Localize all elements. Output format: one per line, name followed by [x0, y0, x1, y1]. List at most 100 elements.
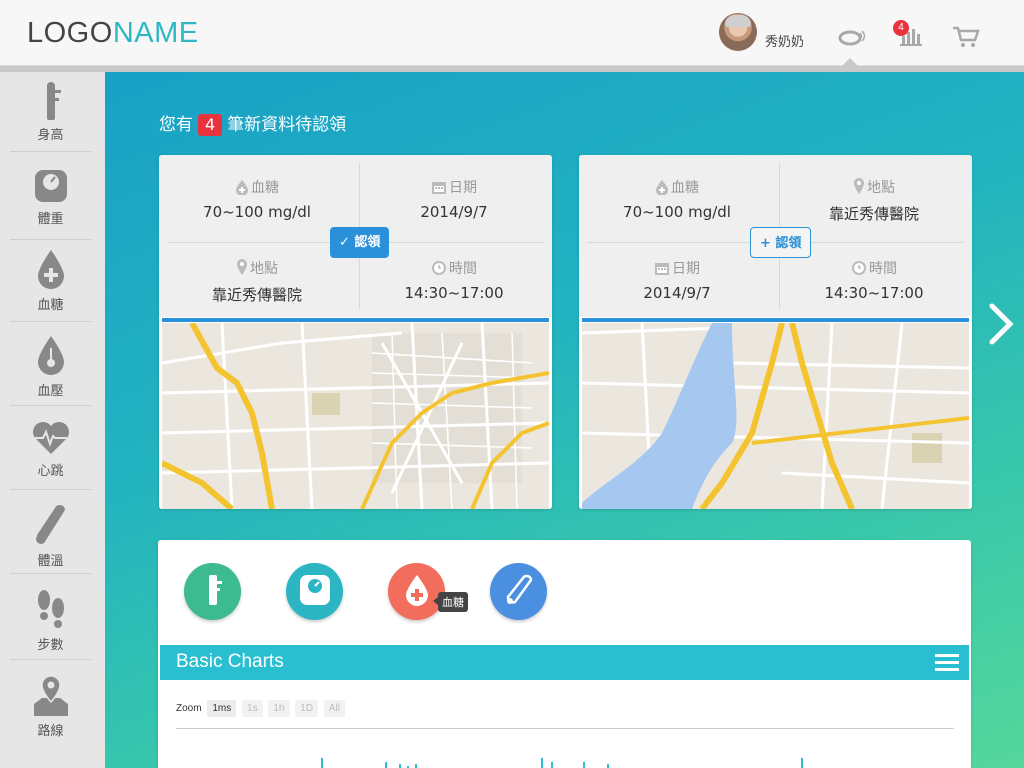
claim-label: 認領	[354, 235, 381, 250]
zoom-1h-button[interactable]: 1h	[268, 700, 290, 717]
map-view[interactable]	[162, 323, 549, 509]
footsteps-icon	[37, 590, 64, 628]
record-info: 血糖 70~100 mg/dl 地點 靠近秀傳醫院 日期 2014/9/7 時間…	[579, 155, 972, 317]
thermometer-icon	[506, 574, 532, 604]
sidebar-item-weight[interactable]: 體重	[10, 160, 91, 240]
info-key: 時間	[869, 261, 897, 277]
chart-panel: 血糖 Basic Charts Zoom 1ms 1s 1h 1D All	[158, 540, 971, 768]
info-key: 時間	[449, 261, 477, 277]
info-value: 70~100 mg/dl	[623, 203, 731, 221]
sidebar-item-label: 路線	[37, 724, 64, 739]
clock-icon	[852, 261, 866, 275]
info-key: 血糖	[251, 180, 279, 196]
info-cell-date: 日期 2014/9/7	[579, 236, 775, 317]
pending-count-badge: 4	[198, 114, 223, 136]
plus-icon: +	[760, 236, 776, 251]
info-value: 靠近秀傳醫院	[828, 205, 919, 223]
height-ruler-icon	[46, 82, 61, 120]
heartbeat-icon	[32, 422, 69, 454]
info-value: 2014/9/7	[643, 284, 711, 302]
info-key: 日期	[672, 261, 700, 277]
avatar[interactable]	[719, 13, 757, 51]
sidebar-item-label: 身高	[37, 128, 64, 143]
record-info: 血糖 70~100 mg/dl 日期 2014/9/7 地點 靠近秀傳醫院 時間…	[159, 155, 552, 317]
info-key: 地點	[250, 261, 278, 277]
claim-button[interactable]: ✓ 認領	[330, 227, 390, 258]
info-value: 14:30~17:00	[824, 284, 924, 302]
street-map	[162, 323, 549, 509]
temperature-category-button[interactable]	[490, 563, 547, 620]
weight-category-button[interactable]	[286, 563, 343, 620]
zoom-label: Zoom	[176, 703, 202, 714]
tooltip: 血糖	[433, 592, 468, 612]
record-card: 血糖 70~100 mg/dl 日期 2014/9/7 地點 靠近秀傳醫院 時間…	[159, 155, 552, 509]
hamburger-menu-icon[interactable]	[935, 654, 959, 672]
sidebar-item-heartbeat[interactable]: 心跳	[10, 414, 91, 490]
claim-button[interactable]: + 認領	[750, 227, 812, 258]
notification-badge: 4	[893, 20, 909, 36]
location-pin-icon	[854, 178, 864, 194]
zoom-1ms-button[interactable]: 1ms	[207, 700, 237, 717]
cart-icon[interactable]	[952, 26, 980, 48]
sync-link-icon[interactable]	[838, 28, 866, 46]
zoom-1s-button[interactable]: 1s	[242, 700, 263, 717]
thermometer-icon	[35, 504, 65, 544]
info-key: 日期	[449, 180, 477, 196]
record-card: 血糖 70~100 mg/dl 地點 靠近秀傳醫院 日期 2014/9/7 時間…	[579, 155, 972, 509]
zoom-all-button[interactable]: All	[323, 700, 345, 717]
map-view[interactable]	[582, 323, 969, 509]
sidebar-item-label: 體重	[37, 212, 64, 227]
scale-icon	[34, 170, 67, 202]
top-header: LOGONAME 秀奶奶 4	[0, 0, 1024, 68]
blood-pressure-icon	[37, 336, 64, 375]
claim-label: 認領	[775, 236, 802, 251]
check-icon: ✓	[339, 235, 355, 250]
sidebar-item-steps[interactable]: 步數	[10, 584, 91, 660]
info-value: 70~100 mg/dl	[203, 203, 311, 221]
sidebar-item-temperature[interactable]: 體溫	[10, 498, 91, 574]
chart-header: Basic Charts	[160, 645, 969, 680]
logo-text-part2: NAME	[112, 17, 199, 49]
info-cell-blood-sugar: 血糖 70~100 mg/dl	[579, 155, 775, 236]
notice-suffix: 筆新資料待認領	[227, 115, 347, 135]
sidebar-item-label: 血壓	[37, 384, 64, 399]
info-key: 血糖	[671, 180, 699, 196]
calendar-icon	[432, 182, 446, 194]
zoom-controls: Zoom 1ms 1s 1h 1D All	[176, 700, 345, 717]
route-map-icon	[33, 675, 68, 716]
sidebar-item-label: 血糖	[37, 298, 64, 313]
info-cell-location: 地點 靠近秀傳醫院	[159, 236, 355, 317]
sidebar-item-blood-sugar[interactable]: 血糖	[10, 248, 91, 322]
sidebar-item-height[interactable]: 身高	[10, 82, 91, 152]
blood-drop-plus-icon	[37, 250, 64, 289]
blood-sugar-category-button[interactable]	[388, 563, 445, 620]
height-ruler-icon	[208, 575, 222, 605]
info-value: 14:30~17:00	[404, 284, 504, 302]
notice-prefix: 您有	[159, 115, 193, 135]
logo-text-part1: LOGO	[27, 17, 113, 49]
pending-notice: 您有 4 筆新資料待認領	[159, 110, 346, 136]
sidebar-item-route[interactable]: 路線	[10, 670, 91, 746]
chart-separator	[176, 728, 954, 729]
chart-plot-area	[321, 758, 803, 768]
sidebar-item-label: 步數	[37, 638, 64, 653]
height-category-button[interactable]	[184, 563, 241, 620]
scale-icon	[299, 575, 330, 605]
sidebar-item-blood-pressure[interactable]: 血壓	[10, 330, 91, 406]
clock-icon	[432, 261, 446, 275]
blood-drop-icon	[236, 180, 248, 196]
card-accent-line	[582, 318, 969, 322]
chart-title: Basic Charts	[176, 651, 284, 672]
logo[interactable]: LOGONAME	[27, 17, 199, 50]
username[interactable]: 秀奶奶	[765, 31, 804, 50]
chevron-right-icon[interactable]	[988, 302, 1014, 346]
blood-drop-icon	[656, 180, 668, 196]
info-cell-location: 地點 靠近秀傳醫院	[776, 155, 972, 236]
info-key: 地點	[867, 180, 895, 196]
info-value: 2014/9/7	[420, 203, 488, 221]
zoom-1d-button[interactable]: 1D	[295, 700, 319, 717]
main-content: 您有 4 筆新資料待認領 血糖 70~100 mg/dl 日期 2014/9/7 地…	[105, 72, 1024, 768]
sidebar-item-label: 體溫	[37, 554, 64, 569]
blood-drop-plus-icon	[405, 575, 428, 606]
info-cell-date: 日期 2014/9/7	[356, 155, 552, 236]
